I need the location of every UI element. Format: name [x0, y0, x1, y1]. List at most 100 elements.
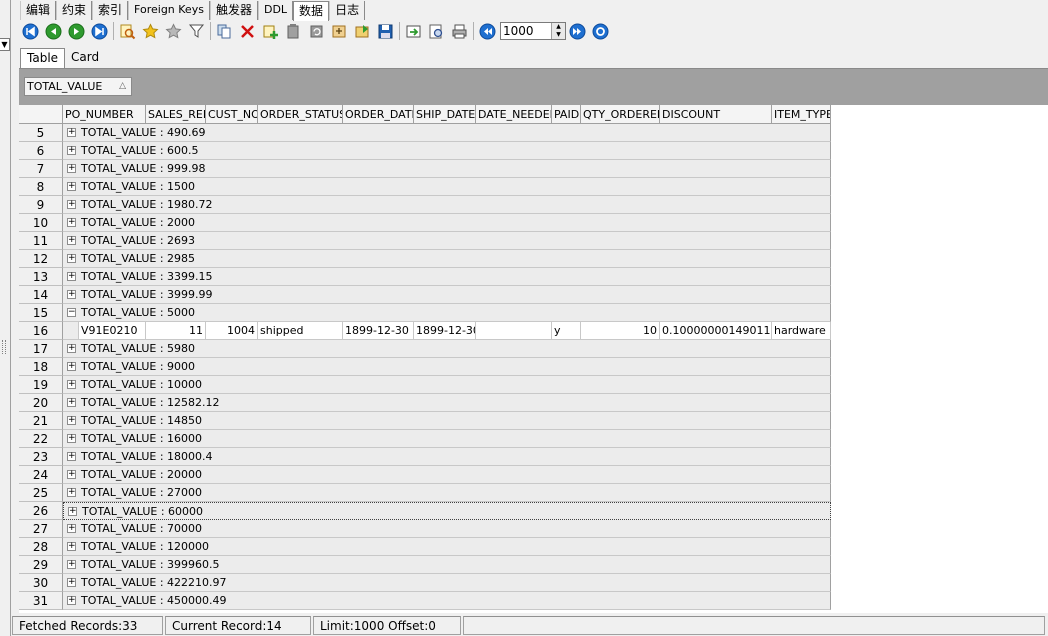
export-button[interactable]: [351, 21, 374, 41]
group-row[interactable]: 29 + TOTAL_VALUE : 399960.5: [19, 556, 831, 574]
group-row[interactable]: 15− TOTAL_VALUE : 5000: [19, 304, 831, 322]
expand-icon[interactable]: +: [67, 398, 76, 407]
group-header-cell[interactable]: + TOTAL_VALUE : 60000: [63, 502, 831, 520]
group-header-cell[interactable]: + TOTAL_VALUE : 18000.4: [63, 448, 831, 466]
cell-order-status[interactable]: shipped: [258, 322, 343, 340]
column-header-po-number[interactable]: PO_NUMBER: [63, 105, 146, 124]
expand-icon[interactable]: +: [67, 344, 76, 353]
collapse-icon[interactable]: −: [67, 308, 76, 317]
column-header-qty-ordered[interactable]: QTY_ORDERED: [581, 105, 660, 124]
expand-icon[interactable]: +: [67, 380, 76, 389]
splitter-grip[interactable]: [2, 340, 6, 354]
export-to-file-button[interactable]: [402, 21, 425, 41]
first-record-button[interactable]: [19, 21, 42, 41]
group-header-cell[interactable]: + TOTAL_VALUE : 70000: [63, 520, 831, 538]
column-header-cust-no[interactable]: CUST_NO: [206, 105, 258, 124]
group-row[interactable]: 30 + TOTAL_VALUE : 422210.97: [19, 574, 831, 592]
next-record-button[interactable]: [65, 21, 88, 41]
expand-icon[interactable]: +: [67, 236, 76, 245]
print-button[interactable]: [448, 21, 471, 41]
expand-icon[interactable]: +: [67, 254, 76, 263]
expand-icon[interactable]: +: [67, 146, 76, 155]
expand-icon[interactable]: +: [68, 507, 77, 516]
column-header-date-needed[interactable]: DATE_NEEDED: [476, 105, 552, 124]
group-header-cell[interactable]: + TOTAL_VALUE : 399960.5: [63, 556, 831, 574]
group-row[interactable]: 10 + TOTAL_VALUE : 2000: [19, 214, 831, 232]
spin-up-icon[interactable]: ▲: [552, 23, 565, 31]
group-header-cell[interactable]: + TOTAL_VALUE : 600.5: [63, 142, 831, 160]
group-row[interactable]: 22 + TOTAL_VALUE : 16000: [19, 430, 831, 448]
limit-spin-buttons[interactable]: ▲ ▼: [551, 23, 565, 39]
group-header-cell[interactable]: + TOTAL_VALUE : 20000: [63, 466, 831, 484]
group-row[interactable]: 20 + TOTAL_VALUE : 12582.12: [19, 394, 831, 412]
copy-button[interactable]: [213, 21, 236, 41]
limit-stepper[interactable]: ▲▼: [500, 22, 566, 40]
group-row[interactable]: 5 + TOTAL_VALUE : 490.69: [19, 124, 831, 142]
expand-icon[interactable]: +: [67, 470, 76, 479]
group-header-cell[interactable]: + TOTAL_VALUE : 14850: [63, 412, 831, 430]
cell-item-type[interactable]: hardware: [772, 322, 831, 340]
tab-0[interactable]: 编辑: [20, 1, 57, 20]
column-header-paid[interactable]: PAID: [552, 105, 581, 124]
expand-icon[interactable]: +: [67, 182, 76, 191]
group-header-cell[interactable]: + TOTAL_VALUE : 16000: [63, 430, 831, 448]
group-header-cell[interactable]: + TOTAL_VALUE : 3399.15: [63, 268, 831, 286]
column-header-item-type[interactable]: ITEM_TYPE: [772, 105, 831, 124]
group-header-cell[interactable]: + TOTAL_VALUE : 422210.97: [63, 574, 831, 592]
tab-6[interactable]: 数据: [293, 1, 330, 21]
tab-table[interactable]: Table: [20, 48, 66, 69]
group-header-cell[interactable]: + TOTAL_VALUE : 9000: [63, 358, 831, 376]
table-row[interactable]: 16 V91E0210 11 1004 shipped 1899-12-30 1899-12…: [19, 322, 831, 340]
last-record-button[interactable]: [88, 21, 111, 41]
delete-button[interactable]: [236, 21, 259, 41]
tab-1[interactable]: 约束: [56, 1, 93, 20]
cell-sales-rep[interactable]: 11: [146, 322, 206, 340]
expand-icon[interactable]: +: [67, 488, 76, 497]
cell-ship-date[interactable]: 1899-12-30: [414, 322, 476, 340]
expand-icon[interactable]: +: [67, 218, 76, 227]
bookmark-star-grey-button[interactable]: [162, 21, 185, 41]
expand-icon[interactable]: +: [67, 164, 76, 173]
column-header-ship-date[interactable]: SHIP_DATE: [414, 105, 476, 124]
group-header-cell[interactable]: + TOTAL_VALUE : 120000: [63, 538, 831, 556]
fetch-all-button[interactable]: [589, 21, 612, 41]
tab-5[interactable]: DDL: [257, 1, 294, 20]
preview-button[interactable]: [425, 21, 448, 41]
group-header-cell[interactable]: + TOTAL_VALUE : 450000.49: [63, 592, 831, 610]
tab-4[interactable]: 触发器: [209, 1, 258, 20]
group-header-cell[interactable]: + TOTAL_VALUE : 2693: [63, 232, 831, 250]
group-row[interactable]: 25 + TOTAL_VALUE : 27000: [19, 484, 831, 502]
expand-icon[interactable]: +: [67, 416, 76, 425]
group-column-chip[interactable]: TOTAL_VALUE △: [24, 77, 132, 96]
save-button[interactable]: [374, 21, 397, 41]
tab-2[interactable]: 索引: [92, 1, 129, 20]
cell-order-date[interactable]: 1899-12-30: [343, 322, 414, 340]
expand-icon[interactable]: +: [67, 128, 76, 137]
group-row[interactable]: 24 + TOTAL_VALUE : 20000: [19, 466, 831, 484]
group-header-cell[interactable]: + TOTAL_VALUE : 5980: [63, 340, 831, 358]
expand-icon[interactable]: +: [67, 596, 76, 605]
tab-7[interactable]: 日志: [329, 1, 366, 20]
bookmark-star-button[interactable]: [139, 21, 162, 41]
cell-discount[interactable]: 0.100000001490116: [660, 322, 772, 340]
group-row[interactable]: 18 + TOTAL_VALUE : 9000: [19, 358, 831, 376]
group-row[interactable]: 26 + TOTAL_VALUE : 60000: [19, 502, 831, 520]
limit-input[interactable]: [501, 24, 551, 38]
group-header-cell[interactable]: + TOTAL_VALUE : 10000: [63, 376, 831, 394]
group-header-cell[interactable]: + TOTAL_VALUE : 2000: [63, 214, 831, 232]
fetch-prev-button[interactable]: [476, 21, 499, 41]
expand-icon[interactable]: +: [67, 290, 76, 299]
group-row[interactable]: 12 + TOTAL_VALUE : 2985: [19, 250, 831, 268]
sort-ascending-icon[interactable]: △: [119, 78, 126, 95]
expand-icon[interactable]: +: [67, 434, 76, 443]
expand-icon[interactable]: +: [67, 560, 76, 569]
tab-3[interactable]: Foreign Keys: [128, 1, 210, 20]
expand-icon[interactable]: +: [67, 524, 76, 533]
group-row[interactable]: 17 + TOTAL_VALUE : 5980: [19, 340, 831, 358]
group-header-cell[interactable]: + TOTAL_VALUE : 1980.72: [63, 196, 831, 214]
group-row[interactable]: 13 + TOTAL_VALUE : 3399.15: [19, 268, 831, 286]
cell-date-needed[interactable]: [476, 322, 552, 340]
group-row[interactable]: 6 + TOTAL_VALUE : 600.5: [19, 142, 831, 160]
expand-icon[interactable]: +: [67, 542, 76, 551]
group-row[interactable]: 11 + TOTAL_VALUE : 2693: [19, 232, 831, 250]
